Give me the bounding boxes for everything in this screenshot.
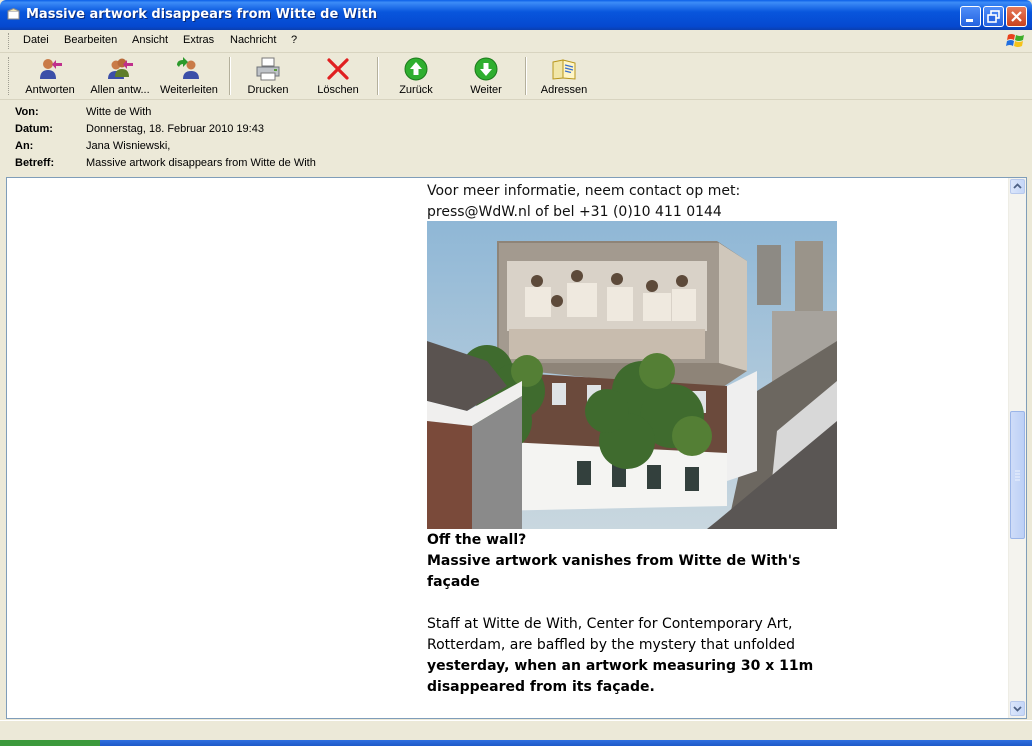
scroll-thumb[interactable] (1010, 411, 1025, 539)
vertical-scrollbar[interactable] (1008, 178, 1026, 718)
headline-line: façade (427, 574, 480, 590)
menu-nachricht[interactable]: Nachricht (230, 34, 276, 46)
reply-label: Antworten (25, 84, 75, 96)
reply-all-label: Allen antw... (90, 84, 150, 96)
scroll-up-button[interactable] (1010, 179, 1025, 194)
toolbar-separator (377, 57, 379, 95)
next-label: Weiter (470, 84, 502, 96)
forward-icon (177, 57, 199, 79)
message-header: Von: Witte de With Datum: Donnerstag, 18… (0, 100, 1032, 176)
printer-icon (256, 57, 280, 81)
paragraph-line: disappeared from its façade. (427, 679, 655, 695)
toolbar-separator (229, 57, 231, 95)
subject-value: Massive artwork disappears from Witte de… (86, 157, 316, 169)
title-bar[interactable]: Massive artwork disappears from Witte de… (0, 0, 1032, 30)
menu-grip[interactable] (8, 33, 11, 49)
close-button[interactable] (1006, 6, 1027, 27)
menu-bar: Datei Bearbeiten Ansicht Extras Nachrich… (0, 30, 1032, 53)
restore-icon (987, 10, 1000, 23)
windows-logo-icon (1006, 34, 1024, 47)
taskbar (0, 740, 1032, 746)
reply-all-button[interactable]: Allen antw... (85, 55, 155, 97)
contact-line[interactable]: press@WdW.nl of bel +31 (0)10 411 0144 (427, 202, 740, 223)
to-label: An: (15, 140, 34, 152)
delete-button[interactable]: Löschen (312, 55, 364, 97)
date-label: Datum: (15, 123, 53, 135)
print-button[interactable]: Drucken (240, 55, 296, 97)
paragraph-line: Staff at Witte de With, Center for Conte… (427, 616, 793, 632)
minimize-button[interactable] (960, 6, 981, 27)
menu-extras[interactable]: Extras (183, 34, 214, 46)
address-book-icon (552, 59, 576, 80)
scroll-up-icon (1013, 183, 1022, 189)
paragraph-line: yesterday, when an artwork measuring 30 … (427, 658, 814, 674)
scroll-down-button[interactable] (1010, 701, 1025, 716)
to-value: Jana Wisniewski, (86, 140, 171, 152)
contact-line: Voor meer informatie, neem contact op me… (427, 183, 741, 199)
subject-label: Betreff: (15, 157, 55, 169)
restore-button[interactable] (983, 6, 1004, 27)
grip-icon (1015, 470, 1020, 481)
toolbar: Antworten Allen antw... Weiterleiten Dru… (0, 53, 1032, 100)
toolbar-grip[interactable] (8, 57, 11, 95)
address-book-button[interactable]: Adressen (536, 55, 592, 97)
envelope-icon (7, 8, 20, 20)
headline-line: Off the wall? (427, 532, 527, 548)
date-value: Donnerstag, 18. Februar 2010 19:43 (86, 123, 264, 135)
paragraph-line: Rotterdam, are baffled by the mystery th… (427, 637, 796, 653)
next-icon (474, 57, 498, 81)
window-title: Massive artwork disappears from Witte de… (26, 7, 378, 22)
email-window: Massive artwork disappears from Witte de… (0, 0, 1032, 746)
minimize-icon (966, 19, 973, 22)
building-artwork-photo (427, 221, 837, 529)
menu-bearbeiten[interactable]: Bearbeiten (64, 34, 117, 46)
from-value: Witte de With (86, 106, 152, 118)
previous-label: Zurück (399, 84, 433, 96)
previous-icon (404, 57, 428, 81)
menu-help[interactable]: ? (291, 34, 297, 46)
reply-all-icon (108, 58, 133, 79)
close-icon (1011, 11, 1022, 22)
delete-label: Löschen (317, 84, 359, 96)
menu-datei[interactable]: Datei (23, 34, 49, 46)
message-body[interactable]: Voor meer informatie, neem contact op me… (6, 177, 1027, 719)
reply-button[interactable]: Antworten (20, 55, 80, 97)
article-paragraph: Staff at Witte de With, Center for Conte… (427, 614, 813, 698)
start-button[interactable] (0, 740, 100, 746)
toolbar-separator (525, 57, 527, 95)
address-book-label: Adressen (540, 84, 588, 96)
from-label: Von: (15, 106, 39, 118)
forward-button[interactable]: Weiterleiten (158, 55, 220, 97)
reply-icon (40, 59, 62, 79)
article-headline: Off the wall? Massive artwork vanishes f… (427, 530, 800, 593)
scroll-down-icon (1013, 706, 1022, 712)
contact-info: Voor meer informatie, neem contact op me… (427, 181, 740, 223)
status-bar (0, 720, 1032, 741)
delete-icon (327, 58, 349, 80)
forward-label: Weiterleiten (160, 84, 218, 96)
headline-line: Massive artwork vanishes from Witte de W… (427, 553, 801, 569)
menu-ansicht[interactable]: Ansicht (132, 34, 168, 46)
previous-button[interactable]: Zurück (390, 55, 442, 97)
next-button[interactable]: Weiter (460, 55, 512, 97)
print-label: Drucken (247, 84, 289, 96)
